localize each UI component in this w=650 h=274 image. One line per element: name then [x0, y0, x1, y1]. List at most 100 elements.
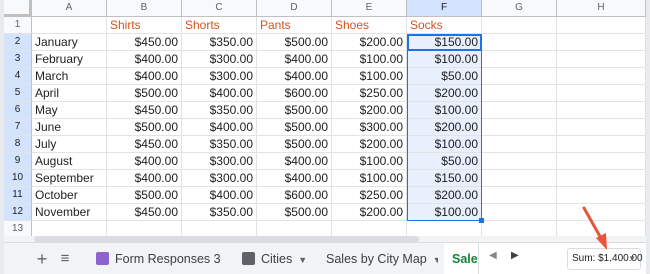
row-header[interactable]: 8	[4, 136, 32, 153]
header-cell[interactable]	[32, 17, 107, 34]
data-cell[interactable]	[557, 51, 646, 68]
chevron-down-icon[interactable]: ▼	[433, 255, 438, 265]
header-cell[interactable]	[482, 17, 557, 34]
data-cell[interactable]: $200.00	[407, 85, 482, 102]
column-header-f[interactable]: F	[407, 0, 482, 17]
row-header[interactable]: 6	[4, 102, 32, 119]
row-header[interactable]: 1	[4, 17, 32, 34]
data-cell[interactable]	[482, 85, 557, 102]
data-cell[interactable]: $100.00	[407, 102, 482, 119]
select-all-corner[interactable]	[4, 0, 32, 17]
data-cell[interactable]: $200.00	[332, 34, 407, 51]
data-cell[interactable]: $500.00	[257, 119, 332, 136]
data-cell[interactable]: $450.00	[107, 204, 182, 221]
data-cell[interactable]	[482, 187, 557, 204]
data-cell[interactable]: $500.00	[257, 34, 332, 51]
data-cell[interactable]: $500.00	[257, 102, 332, 119]
chevron-down-icon[interactable]: ▼	[298, 255, 307, 265]
data-cell[interactable]: $200.00	[332, 136, 407, 153]
header-cell[interactable]: Shorts	[182, 17, 257, 34]
data-cell[interactable]: $350.00	[182, 204, 257, 221]
data-cell[interactable]: $100.00	[407, 136, 482, 153]
tab-form-responses-3[interactable]: Form Responses 3▼	[96, 243, 226, 274]
data-cell[interactable]: $100.00	[407, 204, 482, 221]
data-cell[interactable]: $500.00	[257, 204, 332, 221]
data-cell[interactable]: January	[32, 34, 107, 51]
row-header[interactable]: 5	[4, 85, 32, 102]
spreadsheet-grid[interactable]: A B C D E F G H 1 Shirts Shorts Pants Shoes S…	[4, 0, 646, 236]
data-cell[interactable]: $600.00	[257, 187, 332, 204]
menu-icon[interactable]: ≡	[55, 249, 75, 269]
data-cell[interactable]	[332, 221, 407, 236]
data-cell[interactable]: $200.00	[332, 102, 407, 119]
data-cell[interactable]: $450.00	[107, 102, 182, 119]
row-header[interactable]: 9	[4, 153, 32, 170]
header-cell[interactable]: Shirts	[107, 17, 182, 34]
data-cell[interactable]	[557, 153, 646, 170]
data-cell[interactable]: $600.00	[257, 85, 332, 102]
column-header-d[interactable]: D	[257, 0, 332, 17]
data-cell[interactable]	[557, 187, 646, 204]
data-cell[interactable]: May	[32, 102, 107, 119]
row-header[interactable]: 7	[4, 119, 32, 136]
data-cell[interactable]: $400.00	[257, 170, 332, 187]
data-cell[interactable]: $50.00	[407, 153, 482, 170]
data-cell[interactable]	[557, 85, 646, 102]
row-header[interactable]: 4	[4, 68, 32, 85]
data-cell[interactable]: $400.00	[107, 68, 182, 85]
data-cell[interactable]: November	[32, 204, 107, 221]
row-header[interactable]: 2	[4, 34, 32, 51]
data-cell[interactable]: $350.00	[182, 136, 257, 153]
data-cell[interactable]: $100.00	[407, 51, 482, 68]
data-cell[interactable]: $50.00	[407, 68, 482, 85]
data-cell[interactable]	[32, 221, 107, 236]
row-header[interactable]: 3	[4, 51, 32, 68]
data-cell[interactable]	[257, 221, 332, 236]
row-header[interactable]: 10	[4, 170, 32, 187]
data-cell[interactable]	[482, 221, 557, 236]
data-cell[interactable]	[557, 34, 646, 51]
data-cell[interactable]: $250.00	[332, 85, 407, 102]
data-cell[interactable]: $400.00	[107, 170, 182, 187]
column-header-a[interactable]: A	[32, 0, 107, 17]
data-cell[interactable]	[482, 51, 557, 68]
data-cell[interactable]	[557, 136, 646, 153]
data-cell[interactable]: $200.00	[407, 119, 482, 136]
tab-sales[interactable]: Sales	[444, 243, 478, 274]
data-cell[interactable]: $100.00	[332, 170, 407, 187]
data-cell[interactable]	[557, 119, 646, 136]
header-cell[interactable]	[557, 17, 646, 34]
data-cell[interactable]	[482, 68, 557, 85]
data-cell[interactable]: $450.00	[107, 34, 182, 51]
data-cell[interactable]	[482, 34, 557, 51]
tab-cities[interactable]: Cities ▼	[242, 243, 314, 274]
data-cell[interactable]: $400.00	[107, 51, 182, 68]
data-cell[interactable]: $350.00	[182, 102, 257, 119]
data-cell[interactable]	[482, 119, 557, 136]
data-cell[interactable]: $100.00	[332, 68, 407, 85]
column-header-g[interactable]: G	[482, 0, 557, 17]
data-cell[interactable]: $400.00	[257, 51, 332, 68]
data-cell[interactable]: $250.00	[332, 187, 407, 204]
data-cell[interactable]: $400.00	[107, 153, 182, 170]
data-cell[interactable]: $500.00	[257, 136, 332, 153]
data-cell[interactable]: $400.00	[257, 153, 332, 170]
data-cell[interactable]: September	[32, 170, 107, 187]
data-cell[interactable]: $500.00	[107, 119, 182, 136]
chevron-left-icon[interactable]: ◀	[489, 250, 497, 261]
data-cell[interactable]: $350.00	[182, 34, 257, 51]
column-header-b[interactable]: B	[107, 0, 182, 17]
data-cell[interactable]: October	[32, 187, 107, 204]
data-cell[interactable]: $100.00	[332, 153, 407, 170]
data-cell[interactable]: $300.00	[332, 119, 407, 136]
data-cell[interactable]	[482, 136, 557, 153]
data-cell[interactable]: $300.00	[182, 170, 257, 187]
data-cell[interactable]	[482, 204, 557, 221]
data-cell[interactable]: $500.00	[107, 187, 182, 204]
tab-sales-by-city-map[interactable]: Sales by City Map ▼	[326, 243, 438, 274]
data-cell[interactable]	[557, 102, 646, 119]
data-cell[interactable]	[182, 221, 257, 236]
data-cell[interactable]: July	[32, 136, 107, 153]
data-cell[interactable]: $300.00	[182, 153, 257, 170]
data-cell[interactable]: March	[32, 68, 107, 85]
